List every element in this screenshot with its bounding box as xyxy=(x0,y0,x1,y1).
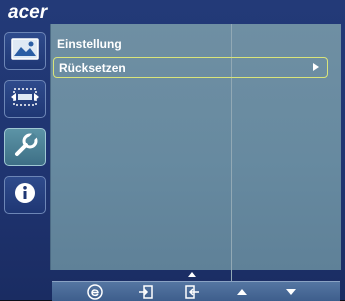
page-title: Einstellung xyxy=(57,37,122,51)
menu-item-label: Rücksetzen xyxy=(59,60,126,75)
sidebar-item-settings[interactable] xyxy=(4,128,46,166)
screen-size-icon xyxy=(10,86,40,113)
enter-icon[interactable] xyxy=(182,282,202,301)
bottom-bar xyxy=(52,281,340,301)
osd-menu: acer Einstellung Rücksetzen xyxy=(0,0,345,301)
exit-icon[interactable] xyxy=(136,282,156,301)
sidebar-item-screen-size[interactable] xyxy=(4,80,46,118)
picture-icon xyxy=(11,37,39,65)
info-icon xyxy=(13,181,37,210)
menu-item-reset[interactable]: Rücksetzen xyxy=(53,57,328,78)
wrench-icon xyxy=(11,132,39,163)
up-arrow-icon[interactable] xyxy=(232,282,252,301)
down-arrow-icon[interactable] xyxy=(281,282,301,301)
chevron-right-icon xyxy=(313,63,319,71)
acer-logo: acer xyxy=(8,2,48,23)
e-key-icon[interactable] xyxy=(85,282,105,301)
scroll-up-icon xyxy=(188,272,196,277)
sidebar-item-picture[interactable] xyxy=(4,32,46,70)
sidebar xyxy=(0,24,50,270)
sidebar-item-information[interactable] xyxy=(4,176,46,214)
